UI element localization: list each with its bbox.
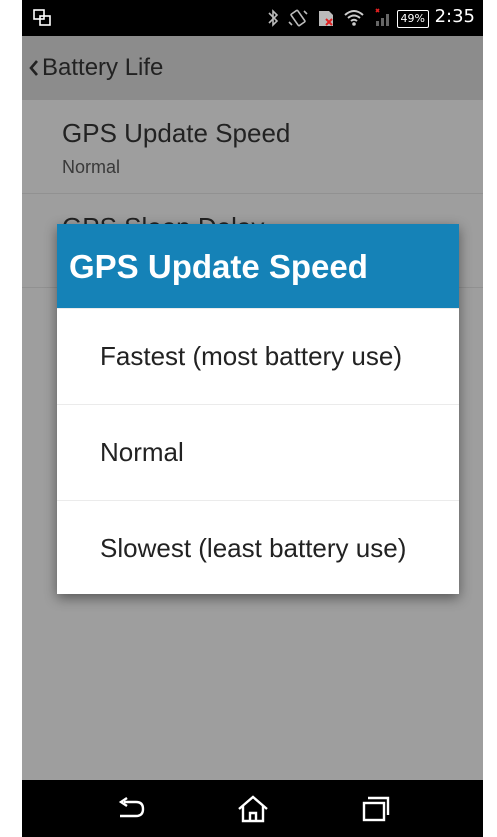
dialog-header: GPS Update Speed [57,224,459,308]
status-bar: 49% 2:35 [22,0,483,36]
recents-icon[interactable] [358,794,392,824]
sim-icon [319,11,333,26]
status-icons [267,8,393,28]
option-slowest[interactable]: Slowest (least battery use) [57,500,459,596]
gps-update-speed-dialog: GPS Update Speed Fastest (most battery u… [57,224,459,594]
home-icon[interactable] [236,794,270,824]
status-clock: 2:35 [434,6,475,27]
option-label: Normal [100,437,184,467]
option-normal[interactable]: Normal [57,404,459,500]
phone-screen: 49% 2:35 Battery Life GPS Update Speed N… [22,0,483,837]
wifi-icon [344,10,364,26]
dialog-title: GPS Update Speed [69,248,368,285]
signal-icon [375,8,389,26]
navigation-bar [22,780,483,837]
option-fastest[interactable]: Fastest (most battery use) [57,308,459,404]
back-icon[interactable] [114,794,148,824]
vibrate-icon [288,9,308,27]
bluetooth-icon [268,9,279,27]
option-label: Slowest (least battery use) [100,533,407,563]
screen-share-icon [33,9,51,26]
option-label: Fastest (most battery use) [100,341,402,371]
battery-indicator: 49% [396,10,429,28]
